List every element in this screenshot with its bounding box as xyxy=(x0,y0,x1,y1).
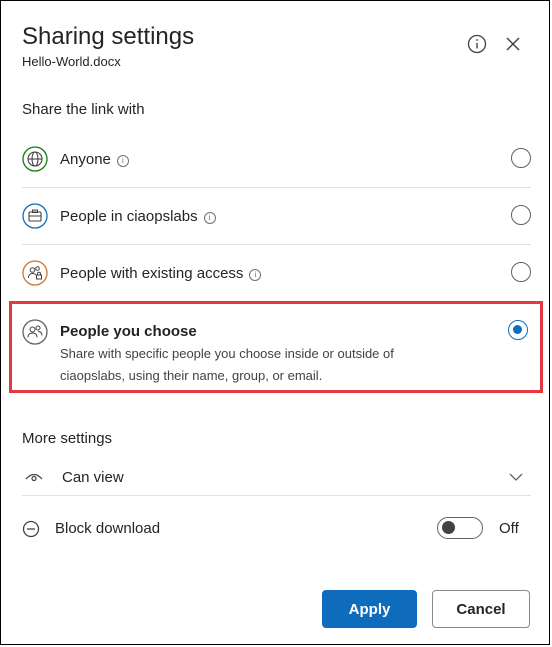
option-people-in-org[interactable]: People in ciaopslabs i xyxy=(22,188,531,244)
block-icon xyxy=(22,520,40,538)
toggle-knob xyxy=(442,521,455,534)
people-lock-icon xyxy=(22,260,48,286)
radio-people-in-org[interactable] xyxy=(511,205,531,225)
option-label[interactable]: People you choose xyxy=(60,323,197,340)
info-icon[interactable]: i xyxy=(249,269,262,281)
divider xyxy=(22,495,531,496)
info-icon[interactable] xyxy=(466,33,488,55)
chevron-down-icon xyxy=(509,473,523,481)
radio-existing-access[interactable] xyxy=(511,262,531,282)
permission-value: Can view xyxy=(62,469,124,486)
cancel-button[interactable]: Cancel xyxy=(432,590,530,628)
option-label: People in ciaopslabs xyxy=(60,208,198,225)
dialog-title: Sharing settings xyxy=(22,23,195,50)
people-icon xyxy=(22,319,48,345)
option-existing-access[interactable]: People with existing access i xyxy=(22,245,531,301)
permission-dropdown[interactable]: Can view xyxy=(22,461,531,493)
globe-icon xyxy=(22,146,48,172)
file-name: Hello-World.docx xyxy=(22,54,121,69)
radio-anyone[interactable] xyxy=(511,148,531,168)
block-download-toggle[interactable] xyxy=(437,517,483,539)
radio-people-you-choose[interactable] xyxy=(508,320,528,340)
sharing-settings-dialog: Sharing settings Hello-World.docx Share … xyxy=(0,0,550,645)
close-icon[interactable] xyxy=(502,33,524,55)
eye-icon xyxy=(25,473,43,482)
more-settings-heading: More settings xyxy=(22,430,113,447)
option-label: People with existing access xyxy=(60,265,244,282)
org-icon xyxy=(22,203,48,229)
block-download-label: Block download xyxy=(55,520,161,537)
option-anyone[interactable]: Anyone i xyxy=(22,131,531,187)
option-label: Anyone xyxy=(60,151,111,168)
apply-button[interactable]: Apply xyxy=(322,590,417,628)
share-with-heading: Share the link with xyxy=(22,101,145,118)
info-icon[interactable]: i xyxy=(116,155,129,167)
info-icon[interactable]: i xyxy=(203,212,216,224)
toggle-state: Off xyxy=(499,520,519,537)
option-description: Share with specific people you choose in… xyxy=(60,346,394,383)
